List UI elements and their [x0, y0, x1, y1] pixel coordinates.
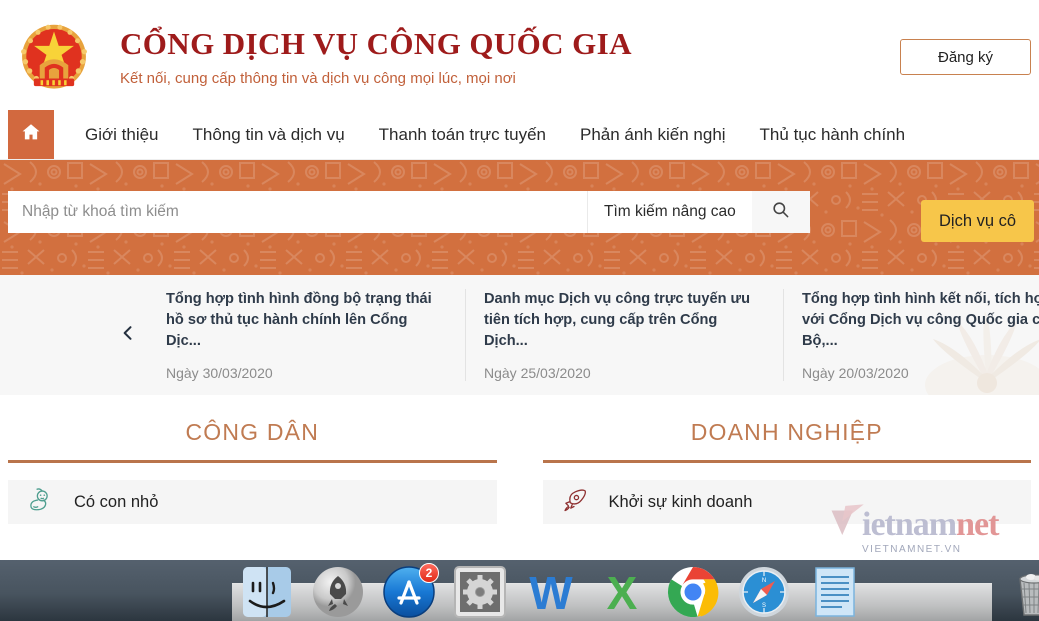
- nav-item-thong-tin-va-dich-vu[interactable]: Thông tin và dịch vụ: [176, 110, 362, 160]
- business-heading: DOANH NGHIỆP: [690, 419, 883, 445]
- nav-item-thu-tuc-hanh-chinh[interactable]: Thủ tục hành chính: [743, 110, 923, 160]
- main-nav: Giới thiệu Thông tin và dịch vụ Thanh to…: [0, 110, 1039, 160]
- dock-icon-safari[interactable]: N S: [737, 565, 791, 619]
- brand-block: CỔNG DỊCH VỤ CÔNG QUỐC GIA Kết nối, cung…: [120, 23, 632, 87]
- news-date: Ngày 30/03/2020: [166, 365, 273, 382]
- advanced-search-link[interactable]: Tìm kiếm nâng cao: [588, 191, 752, 233]
- svg-text:W: W: [529, 567, 573, 619]
- dock-icon-trash[interactable]: [1007, 565, 1039, 619]
- dock-icon-google-chrome[interactable]: [666, 565, 720, 619]
- dock-icon-finder[interactable]: [240, 565, 294, 619]
- dock-icon-microsoft-excel[interactable]: X: [595, 565, 649, 619]
- news-title: Tổng hợp tình hình đồng bộ trạng thái hồ…: [166, 290, 432, 350]
- vietnam-national-emblem-icon: [12, 13, 96, 97]
- news-list: Tổng hợp tình hình đồng bộ trạng thái hồ…: [148, 288, 1039, 382]
- nav-items: Giới thiệu Thông tin và dịch vụ Thanh to…: [54, 110, 922, 159]
- news-title: Tổng hợp tình hình kết nối, tích hợp với…: [802, 290, 1039, 350]
- news-date: Ngày 25/03/2020: [484, 365, 591, 382]
- citizen-divider: [8, 460, 497, 463]
- business-divider: [542, 460, 1031, 463]
- nav-item-gioi-thieu[interactable]: Giới thiệu: [68, 110, 176, 160]
- site-header: CỔNG DỊCH VỤ CÔNG QUỐC GIA Kết nối, cung…: [0, 0, 1039, 110]
- register-button[interactable]: Đăng ký: [900, 39, 1031, 75]
- search-icon: [771, 200, 790, 224]
- news-item[interactable]: Tổng hợp tình hình kết nối, tích hợp với…: [802, 289, 1039, 381]
- news-carousel: Tổng hợp tình hình đồng bộ trạng thái hồ…: [0, 275, 1039, 395]
- app-store-badge: 2: [419, 563, 439, 583]
- dock-icon-textedit[interactable]: [808, 565, 862, 619]
- service-item-label: Khởi sự kinh doanh: [608, 492, 753, 511]
- svg-text:X: X: [607, 567, 638, 619]
- services-section: CÔNG DÂN Có con nhỏ DOANH NGHIỆP Khởi sự…: [0, 395, 1039, 570]
- dock-icon-microsoft-word[interactable]: W: [524, 565, 578, 619]
- nav-item-thanh-toan-truc-tuyen[interactable]: Thanh toán trực tuyến: [362, 110, 563, 160]
- dock-icon-system-preferences[interactable]: [453, 565, 507, 619]
- dock-icon-app-store[interactable]: 2: [382, 563, 439, 619]
- rocket-icon: [561, 487, 587, 518]
- news-date: Ngày 20/03/2020: [802, 365, 909, 382]
- page-root: CỔNG DỊCH VỤ CÔNG QUỐC GIA Kết nối, cung…: [0, 0, 1039, 621]
- nav-home-tab[interactable]: [8, 110, 54, 159]
- dock-icon-launchpad[interactable]: [311, 565, 365, 619]
- search-row: Tìm kiếm nâng cao: [8, 191, 810, 233]
- service-item-co-con-nho[interactable]: Có con nhỏ: [8, 480, 497, 524]
- chevron-left-icon: [118, 323, 138, 348]
- search-banner: Tìm kiếm nâng cao: [0, 160, 1039, 275]
- news-title: Danh mục Dịch vụ công trực tuyến ưu tiên…: [484, 290, 751, 350]
- citizen-heading: CÔNG DÂN: [185, 419, 320, 445]
- site-subtitle: Kết nối, cung cấp thông tin và dịch vụ c…: [120, 70, 516, 88]
- search-input[interactable]: [22, 203, 587, 221]
- svg-text:N: N: [762, 578, 766, 584]
- svg-text:S: S: [762, 603, 766, 609]
- citizen-column: CÔNG DÂN Có con nhỏ: [8, 419, 497, 570]
- online-services-cta-button[interactable]: Dịch vụ cô: [921, 200, 1035, 242]
- dock-icon-list: 2 W X N S: [240, 563, 1039, 619]
- news-item[interactable]: Danh mục Dịch vụ công trực tuyến ưu tiên…: [484, 288, 784, 382]
- carousel-prev-button[interactable]: [108, 315, 148, 355]
- macos-dock: 2 W X N S: [0, 560, 1039, 621]
- site-title: CỔNG DỊCH VỤ CÔNG QUỐC GIA: [120, 25, 632, 61]
- search-submit-button[interactable]: [751, 191, 810, 233]
- home-icon: [20, 121, 42, 148]
- search-input-wrapper[interactable]: [8, 191, 588, 233]
- baby-icon: [26, 487, 52, 518]
- business-column: DOANH NGHIỆP Khởi sự kinh doanh: [542, 419, 1031, 570]
- service-item-khoi-su-kinh-doanh[interactable]: Khởi sự kinh doanh: [542, 480, 1031, 524]
- nav-item-phan-anh-kien-nghi[interactable]: Phản ánh kiến nghị: [563, 110, 743, 160]
- service-item-label: Có con nhỏ: [74, 492, 159, 511]
- news-item[interactable]: Tổng hợp tình hình đồng bộ trạng thái hồ…: [166, 288, 466, 382]
